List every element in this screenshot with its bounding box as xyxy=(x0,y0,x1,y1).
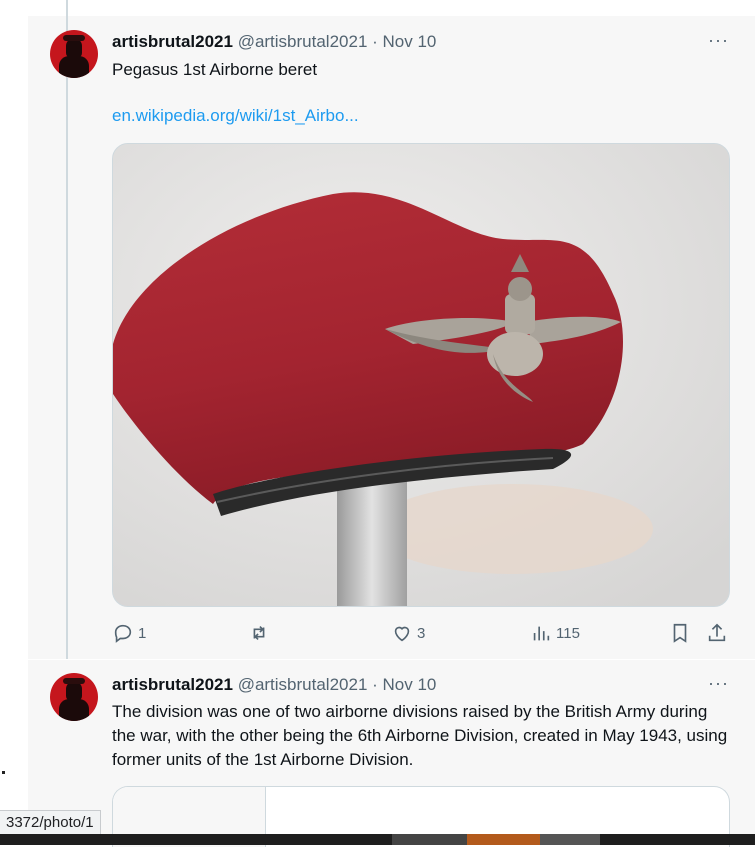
like-icon xyxy=(394,626,410,642)
status-bar-url: 3372/photo/1 xyxy=(0,810,101,836)
tweet-text: The division was one of two airborne div… xyxy=(112,702,728,769)
wikipedia-link[interactable]: en.wikipedia.org/wiki/1st_Airbo... xyxy=(112,106,359,126)
like-button[interactable]: 3 xyxy=(391,622,425,644)
reply-count: 1 xyxy=(138,624,147,642)
action-bar: 1 3 115 xyxy=(112,622,732,646)
tweet-1[interactable]: artisbrutal2021 @artisbrutal2021 · Nov 1… xyxy=(28,0,755,660)
reply-icon xyxy=(114,624,132,643)
left-gutter xyxy=(0,0,28,845)
retweet-button[interactable] xyxy=(248,622,274,644)
author-name[interactable]: artisbrutal2021 xyxy=(112,32,233,51)
retweet-icon xyxy=(253,625,265,641)
views-button[interactable]: 115 xyxy=(530,622,580,644)
author-name[interactable]: artisbrutal2021 xyxy=(112,675,233,694)
bookmark-button[interactable] xyxy=(669,622,691,644)
tweet-text: Pegasus 1st Airborne beret xyxy=(112,60,318,79)
like-count: 3 xyxy=(417,624,426,642)
stray-mark xyxy=(2,771,5,774)
author-handle-date[interactable]: @artisbrutal2021 · Nov 10 xyxy=(238,32,437,51)
views-count: 115 xyxy=(556,624,580,642)
tweet-2[interactable]: artisbrutal2021 @artisbrutal2021 · Nov 1… xyxy=(28,660,755,847)
tweet-photo[interactable] xyxy=(112,143,730,607)
more-icon[interactable]: ··· xyxy=(708,673,729,694)
reply-button[interactable]: 1 xyxy=(112,622,146,644)
beret-photo xyxy=(113,144,729,606)
views-icon xyxy=(533,626,550,641)
taskbar-edge xyxy=(0,834,755,845)
tweet-header: artisbrutal2021 @artisbrutal2021 · Nov 1… xyxy=(112,32,436,52)
avatar[interactable] xyxy=(50,30,98,78)
more-icon[interactable]: ··· xyxy=(708,30,729,51)
tweet-header: artisbrutal2021 @artisbrutal2021 · Nov 1… xyxy=(112,675,436,695)
avatar[interactable] xyxy=(50,673,98,721)
share-button[interactable] xyxy=(706,622,728,644)
author-handle-date[interactable]: @artisbrutal2021 · Nov 10 xyxy=(238,675,437,694)
bookmark-icon xyxy=(673,623,687,643)
share-icon xyxy=(708,623,726,642)
